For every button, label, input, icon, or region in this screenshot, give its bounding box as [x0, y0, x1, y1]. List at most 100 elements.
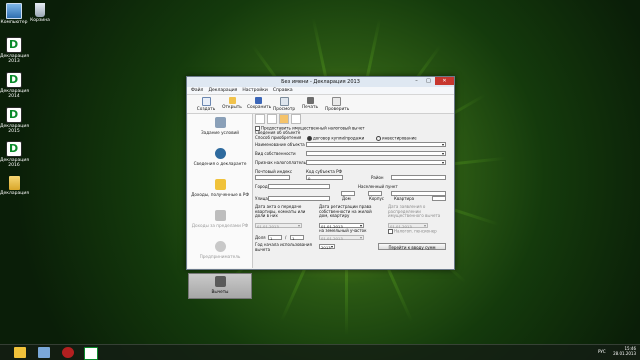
sidebar-item-deductions[interactable]: Вычеты [188, 273, 252, 299]
desktop-icon-declaration-2016[interactable]: Декларация 2016 [0, 141, 29, 168]
social-deduction-tab-icon[interactable] [267, 114, 277, 124]
sidebar-item-income-abroad[interactable]: Доходы за пределами РФ [188, 210, 252, 238]
preview-button[interactable]: Просмотр [273, 95, 295, 113]
transfer-date-label: Дата акта о передаче квартиры, комнаты и… [255, 204, 306, 218]
media-player-icon[interactable] [62, 347, 74, 358]
pensioner-label: Налогоп. пенсионер [394, 228, 437, 234]
entrepreneur-icon [214, 241, 226, 252]
sidebar-item-label: Задание условий [200, 130, 239, 135]
open-button[interactable]: Открыть [221, 95, 243, 113]
menu-declaration[interactable]: Декларация [208, 87, 237, 94]
desktop-icon-declaration-2015[interactable]: Декларация 2015 [0, 107, 29, 134]
money-folder-icon [214, 179, 226, 190]
save-label: Сохранить [247, 105, 272, 110]
sidebar: Задание условий Сведения о декларанте До… [188, 114, 253, 299]
windows-explorer-icon[interactable] [38, 347, 50, 358]
radio-dot [376, 136, 381, 141]
radio-contract[interactable]: договор купли/продажи [307, 136, 364, 141]
desktop-icon-label: Декларация 2013 [0, 54, 29, 64]
taxpayer-select[interactable] [306, 160, 446, 165]
open-folder-icon [228, 97, 236, 104]
language-indicator[interactable]: РУС [598, 349, 606, 355]
object-name-label: Наименование объекта [255, 142, 305, 147]
sidebar-item-entrepreneur[interactable]: Предприниматель [188, 241, 252, 269]
sidebar-item-label: Вычеты [211, 289, 229, 294]
application-date-input[interactable]: 01.01.2013 [388, 223, 428, 229]
standard-deduction-tab-icon[interactable] [255, 114, 265, 124]
first-year-select[interactable]: 2013 [319, 244, 335, 250]
desktop-icon-declaration-2013[interactable]: Декларация 2013 [0, 37, 29, 64]
land-date-input[interactable]: 01.01.2013 [319, 235, 364, 241]
check-label: Проверить [325, 107, 350, 112]
apartment-input[interactable] [432, 196, 446, 201]
maximize-button[interactable]: □ [423, 77, 434, 85]
check-button[interactable]: Проверить [325, 95, 350, 113]
property-deduction-tab-icon[interactable] [279, 114, 289, 124]
new-button[interactable]: Создать [195, 95, 217, 113]
save-button[interactable]: Сохранить [247, 95, 272, 113]
menu-bar: Файл Декларация Настройки Справка [187, 87, 454, 95]
house-label: Дом [342, 196, 351, 201]
region-code-label: Код субъекта РФ [306, 169, 342, 174]
transfer-date-input[interactable]: 01.01.2013 [255, 223, 302, 229]
share-slash: / [285, 235, 287, 240]
app-window: Без имени - Декларация 2013 – □ ✕ Файл Д… [186, 76, 455, 299]
registration-date-label: Дата регистрации права собственности на … [319, 204, 372, 218]
foreign-income-icon [214, 210, 226, 221]
share-label: Доля [255, 235, 266, 240]
minimize-button[interactable]: – [411, 77, 422, 85]
apartment-label: Квартира [394, 196, 415, 201]
taskbar: РУС 15:46 28.01.2013 [0, 344, 640, 360]
deductions-icon [214, 276, 226, 287]
object-name-select[interactable] [306, 142, 446, 147]
desktop-icon-declaration-folder[interactable]: Декларация [0, 176, 29, 196]
radio-investment-label: инвестирование [382, 135, 417, 141]
sidebar-item-label: Сведения о декларанте [193, 161, 247, 166]
ownership-select[interactable] [306, 151, 446, 156]
sidebar-item-label: Доходы за пределами РФ [191, 223, 249, 228]
declaration-app-icon [6, 141, 22, 157]
file-explorer-icon[interactable] [14, 347, 26, 358]
print-icon [306, 97, 314, 104]
acquisition-label: Способ приобретения [255, 135, 302, 140]
close-button[interactable]: ✕ [435, 77, 454, 85]
share-numerator-input[interactable]: 1 [268, 235, 282, 241]
city-input[interactable] [268, 184, 330, 189]
postcode-input[interactable] [255, 175, 290, 180]
street-label: Улица [255, 196, 268, 201]
new-doc-icon [201, 97, 211, 106]
menu-help[interactable]: Справка [273, 87, 293, 94]
clock-date: 28.01.2013 [613, 351, 636, 356]
declaration-app-icon [6, 72, 22, 88]
sidebar-item-conditions[interactable]: Задание условий [188, 117, 252, 145]
desktop-icon-declaration-2014[interactable]: Декларация 2014 [0, 72, 29, 99]
region-code-input[interactable]: 0 [306, 175, 343, 181]
checkbox-box [388, 229, 393, 234]
district-label: Район [371, 175, 384, 180]
declaration-app-icon[interactable] [84, 347, 98, 360]
sidebar-item-income-rf[interactable]: Доходы, полученные в РФ [188, 179, 252, 207]
pensioner-checkbox[interactable]: Налогоп. пенсионер [388, 229, 437, 234]
menu-file[interactable]: Файл [191, 87, 203, 94]
desktop-icon-label: Декларация 2015 [0, 124, 29, 134]
clock[interactable]: 15:46 28.01.2013 [613, 346, 636, 356]
next-button[interactable]: Перейти к вводу сумм [378, 243, 446, 250]
desktop-icon-computer[interactable]: Компьютер [0, 3, 28, 25]
first-year-label: Год начала использования вычета [255, 242, 312, 252]
menu-settings[interactable]: Настройки [242, 87, 267, 94]
house-input[interactable] [341, 191, 355, 196]
declaration-app-icon [6, 37, 22, 53]
sidebar-item-declarant[interactable]: Сведения о декларанте [188, 148, 252, 176]
share-denominator-input[interactable]: 1 [290, 235, 304, 241]
city-label: Город [255, 184, 268, 189]
subtab-row [254, 114, 452, 124]
print-button[interactable]: Печать [299, 95, 321, 113]
radio-investment[interactable]: инвестирование [376, 136, 417, 141]
desktop-icon-recycle-bin[interactable]: Корзина [26, 3, 54, 23]
save-icon [254, 97, 262, 104]
building-input[interactable] [368, 191, 382, 196]
street-input[interactable] [268, 196, 330, 201]
loss-deduction-tab-icon[interactable] [291, 114, 301, 124]
district-input[interactable] [391, 175, 446, 180]
title-bar[interactable]: Без имени - Декларация 2013 – □ ✕ [187, 77, 454, 87]
